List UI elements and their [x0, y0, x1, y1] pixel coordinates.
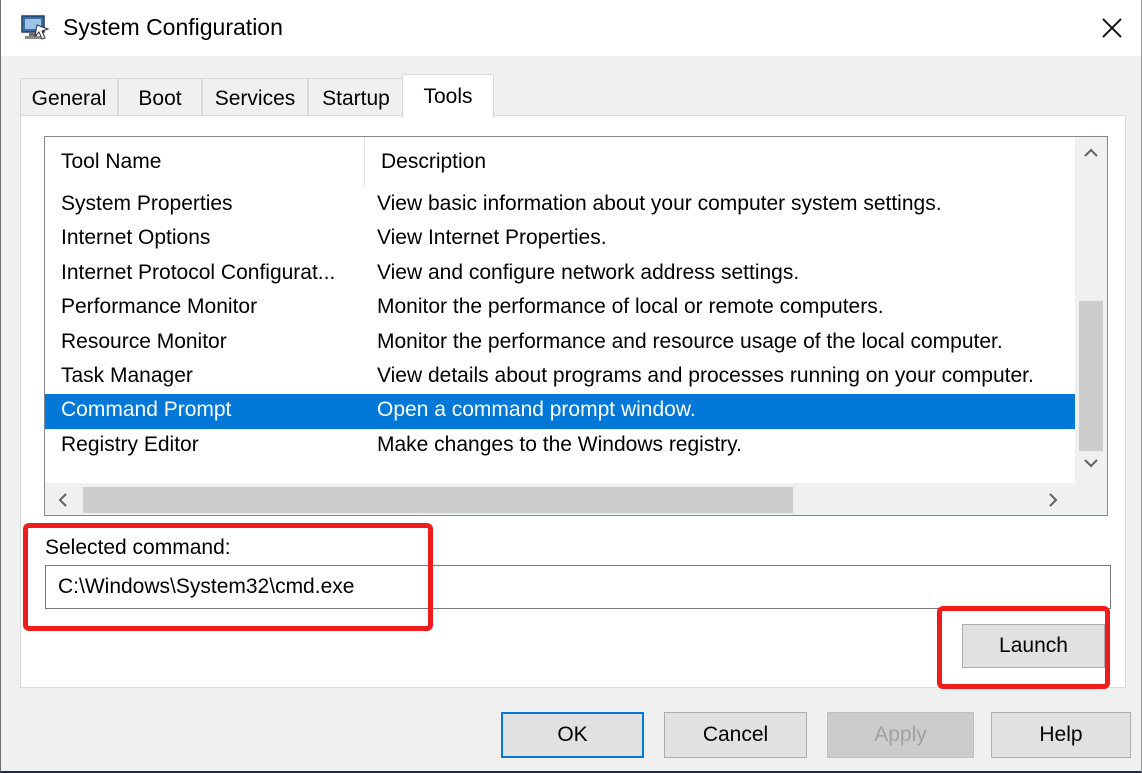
- list-item[interactable]: Internet Protocol Configurat... View and…: [45, 257, 1075, 291]
- chevron-right-icon[interactable]: [1043, 490, 1063, 510]
- title-bar: System Configuration: [1, 0, 1141, 56]
- list-rows: System Properties View basic information…: [45, 188, 1075, 463]
- vertical-scroll-thumb[interactable]: [1079, 301, 1103, 451]
- list-item[interactable]: Registry Editor Make changes to the Wind…: [45, 429, 1075, 463]
- tool-description: View and configure network address setti…: [377, 260, 800, 284]
- column-header-tool-name[interactable]: Tool Name: [45, 137, 365, 187]
- list-header: Tool Name Description: [45, 137, 1075, 187]
- tool-name: Registry Editor: [61, 432, 199, 456]
- list-item[interactable]: Internet Options View Internet Propertie…: [45, 222, 1075, 256]
- tool-description: Open a command prompt window.: [377, 398, 696, 422]
- horizontal-scrollbar[interactable]: [45, 483, 1107, 515]
- tab-strip: General Boot Services Startup Tools: [20, 74, 500, 118]
- list-item[interactable]: Task Manager View details about programs…: [45, 360, 1075, 394]
- apply-button: Apply: [827, 712, 974, 758]
- chevron-down-icon[interactable]: [1081, 453, 1101, 473]
- ok-button[interactable]: OK: [501, 712, 644, 758]
- tools-list[interactable]: Tool Name Description System Properties …: [44, 136, 1108, 516]
- scrollbar-corner: [1075, 483, 1107, 515]
- chevron-up-icon[interactable]: [1081, 143, 1101, 163]
- tool-name: System Properties: [61, 192, 233, 215]
- list-item[interactable]: Performance Monitor Monitor the performa…: [45, 291, 1075, 325]
- list-item[interactable]: Resource Monitor Monitor the performance…: [45, 326, 1075, 360]
- tools-panel: Tool Name Description System Properties …: [20, 115, 1126, 688]
- tab-boot[interactable]: Boot: [118, 78, 202, 118]
- vertical-scrollbar[interactable]: [1075, 137, 1107, 483]
- tab-services[interactable]: Services: [202, 78, 308, 118]
- list-item[interactable]: System Properties View basic information…: [45, 188, 1075, 222]
- column-header-description[interactable]: Description: [365, 137, 1075, 187]
- chevron-left-icon[interactable]: [53, 490, 73, 510]
- tool-description: View Internet Properties.: [377, 226, 607, 250]
- selected-command-label: Selected command:: [45, 536, 231, 559]
- system-configuration-icon: [21, 15, 50, 41]
- tool-name: Performance Monitor: [61, 295, 258, 319]
- tool-description: Monitor the performance and resource usa…: [377, 329, 1003, 353]
- tab-startup[interactable]: Startup: [308, 78, 404, 118]
- cancel-button[interactable]: Cancel: [664, 712, 807, 758]
- system-configuration-window: System Configuration General Boot Servic…: [0, 0, 1142, 773]
- tool-name: Internet Protocol Configurat...: [61, 260, 336, 284]
- selected-command-field[interactable]: C:\Windows\System32\cmd.exe: [45, 565, 1111, 609]
- close-button[interactable]: [1083, 0, 1141, 56]
- tab-tools[interactable]: Tools: [402, 74, 494, 118]
- tool-name: Task Manager: [61, 363, 193, 387]
- tool-name: Resource Monitor: [61, 329, 227, 353]
- tool-description: View details about programs and processe…: [377, 363, 1034, 387]
- tool-name: Internet Options: [61, 226, 211, 250]
- tab-general[interactable]: General: [20, 78, 118, 118]
- tool-description: View basic information about your comput…: [377, 192, 942, 215]
- launch-button[interactable]: Launch: [962, 624, 1105, 668]
- window-title: System Configuration: [63, 14, 283, 40]
- tool-name: Command Prompt: [61, 398, 232, 422]
- tool-description: Monitor the performance of local or remo…: [377, 295, 884, 319]
- help-button[interactable]: Help: [991, 712, 1131, 758]
- list-item-selected[interactable]: Command Prompt Open a command prompt win…: [45, 394, 1075, 429]
- tool-description: Make changes to the Windows registry.: [377, 432, 742, 456]
- close-icon: [1101, 17, 1123, 39]
- horizontal-scroll-thumb[interactable]: [83, 487, 793, 513]
